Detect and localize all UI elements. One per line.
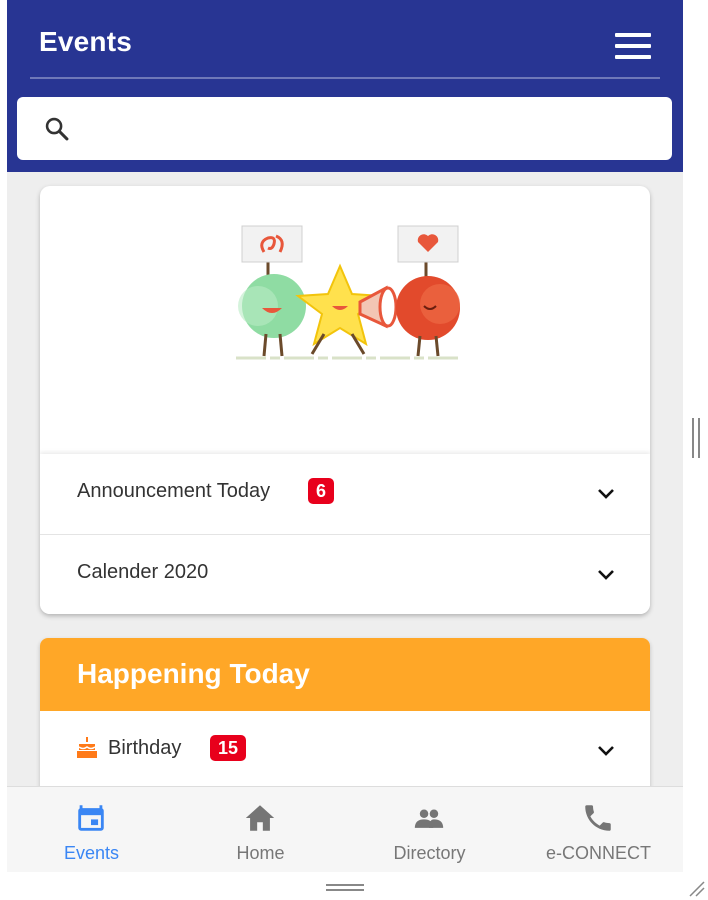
cake-icon [77, 737, 97, 758]
nav-events-label: Events [63, 843, 120, 863]
nav-events[interactable]: Events [7, 787, 176, 872]
resize-corner-icon[interactable] [686, 878, 706, 898]
calendar-2020-label: Calender 2020 [77, 561, 209, 583]
chevron-down-icon [598, 570, 614, 580]
happening-today-section: Happening Today Birthday 15 [40, 638, 650, 798]
birthday-label: Birthday [108, 737, 182, 759]
nav-e-connect-label: e-CONNECT [545, 843, 651, 863]
bottom-navigation: Events Home Directory e-CONNECT [7, 786, 683, 872]
hamburger-menu-icon[interactable] [615, 33, 651, 59]
chevron-down-icon [598, 489, 614, 499]
search-input[interactable] [87, 109, 661, 149]
nav-directory-label: Directory [393, 843, 466, 863]
home-icon [245, 805, 275, 831]
resize-grip-horizontal[interactable] [326, 884, 364, 892]
resize-grip-vertical[interactable] [692, 418, 702, 458]
calendar-2020-row[interactable]: Calender 2020 [40, 535, 650, 614]
announcement-today-label: Announcement Today [77, 480, 271, 502]
nav-directory[interactable]: Directory [345, 787, 514, 872]
calendar-icon [78, 805, 104, 831]
app-header: Events [7, 0, 683, 172]
happening-today-title: Happening Today [77, 658, 310, 689]
page-title: Events [39, 26, 133, 57]
announcement-today-row[interactable]: Announcement Today 6 [40, 454, 650, 534]
header-divider [30, 77, 660, 79]
nav-e-connect[interactable]: e-CONNECT [514, 787, 683, 872]
announcement-count-badge: 6 [308, 478, 335, 504]
events-card: Announcement Today 6 Calender 2020 [40, 186, 650, 614]
nav-home[interactable]: Home [176, 787, 345, 872]
birthday-row[interactable]: Birthday 15 [40, 711, 650, 791]
celebration-characters-illustration [236, 225, 460, 360]
chevron-down-icon [598, 746, 614, 756]
celebration-illustration [40, 186, 650, 454]
phone-icon [585, 805, 611, 831]
search-icon [45, 117, 69, 141]
happening-today-header: Happening Today [40, 638, 650, 711]
app-window: Events Announcement Today 6 Calender 202… [7, 0, 683, 872]
people-icon [414, 809, 444, 828]
birthday-count-badge: 15 [210, 735, 247, 761]
nav-home-label: Home [236, 843, 285, 863]
search-bar[interactable] [17, 97, 672, 160]
